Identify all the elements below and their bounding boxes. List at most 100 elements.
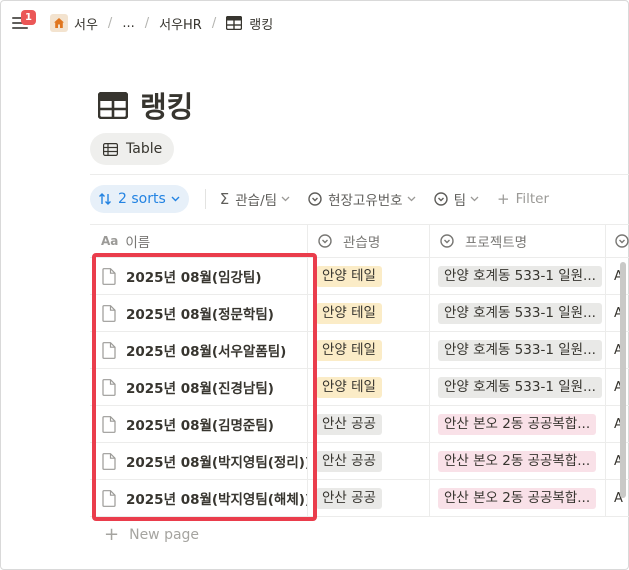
table-row[interactable]: 2025년 08월(박지영팀(정리)) 안산 공공 안산 본오 2동 공공복합...… bbox=[90, 443, 629, 480]
group-tag: 안양 테일 bbox=[316, 376, 382, 398]
sorts-button[interactable]: 2 sorts bbox=[90, 185, 189, 213]
filter-label: 관습/팀 bbox=[235, 193, 278, 209]
project-tag: 안산 본오 2동 공공복합... bbox=[438, 413, 597, 435]
home-icon bbox=[50, 14, 68, 32]
scrollbar[interactable] bbox=[620, 262, 626, 498]
row-name: 2025년 08월(진경남팀) bbox=[126, 381, 274, 397]
table-row[interactable]: 2025년 08월(진경남팀) 안양 테일 안양 호계동 533-1 일원... A bbox=[90, 369, 629, 406]
filter-label: 현장고유번호 bbox=[328, 193, 403, 209]
project-tag: 안양 호계동 533-1 일원... bbox=[438, 339, 602, 361]
group-tag: 안양 테일 bbox=[316, 339, 382, 361]
name-cell[interactable]: 2025년 08월(임강팀) bbox=[90, 258, 308, 294]
column-header-group[interactable]: 관습명 bbox=[308, 225, 430, 257]
project-cell[interactable]: 안산 본오 2동 공공복합... bbox=[430, 406, 606, 442]
group-cell[interactable]: 안양 테일 bbox=[308, 332, 430, 368]
breadcrumb-current[interactable]: 랭킹 bbox=[226, 14, 273, 33]
group-cell[interactable]: 안산 공공 bbox=[308, 443, 430, 479]
sort-arrows-icon bbox=[98, 192, 112, 206]
column-header-name[interactable]: Aa 이름 bbox=[90, 225, 308, 257]
breadcrumb-separator: / bbox=[211, 15, 217, 31]
project-tag: 안양 호계동 533-1 일원... bbox=[438, 265, 602, 287]
filter-group-team[interactable]: Σ 관습/팀 bbox=[220, 189, 290, 209]
breadcrumb-seowoo-hr[interactable]: 서우HR bbox=[159, 14, 202, 33]
project-cell[interactable]: 안산 본오 2동 공공복합... bbox=[430, 480, 606, 516]
table-header: Aa 이름 관습명 프로젝트명 bbox=[90, 224, 629, 258]
group-cell[interactable]: 안양 테일 bbox=[308, 258, 430, 294]
name-cell[interactable]: 2025년 08월(박지영팀(해체)) bbox=[90, 480, 308, 516]
new-page-button[interactable]: + New page bbox=[104, 526, 199, 544]
table-row[interactable]: 2025년 08월(김명준팀) 안산 공공 안산 본오 2동 공공복합... A bbox=[90, 406, 629, 443]
table-row[interactable]: 2025년 08월(임강팀) 안양 테일 안양 호계동 533-1 일원... A bbox=[90, 258, 629, 295]
sorts-label: 2 sorts bbox=[118, 191, 166, 207]
page-icon bbox=[102, 452, 116, 470]
project-tag: 안양 호계동 533-1 일원... bbox=[438, 376, 602, 398]
row-name: 2025년 08월(김명준팀) bbox=[126, 418, 274, 434]
top-bar: 1 서우 / ... / 서우HR / 랭킹 bbox=[0, 0, 629, 46]
row-name: 2025년 08월(박지영팀(해체)) bbox=[126, 492, 308, 508]
page-icon bbox=[102, 415, 116, 433]
column-label: 이름 bbox=[125, 235, 151, 251]
select-circle-icon bbox=[433, 192, 448, 206]
row-name: 2025년 08월(정문학팀) bbox=[126, 307, 274, 323]
group-tag: 안양 테일 bbox=[316, 302, 382, 324]
page-title: 랭킹 bbox=[98, 84, 193, 126]
table-row[interactable]: 2025년 08월(서우알폼팀) 안양 테일 안양 호계동 533-1 일원... A bbox=[90, 332, 629, 369]
page-icon bbox=[102, 267, 116, 285]
notification-badge: 1 bbox=[21, 10, 36, 25]
table-row[interactable]: 2025년 08월(정문학팀) 안양 테일 안양 호계동 533-1 일원... A bbox=[90, 295, 629, 332]
name-cell[interactable]: 2025년 08월(김명준팀) bbox=[90, 406, 308, 442]
name-cell[interactable]: 2025년 08월(서우알폼팀) bbox=[90, 332, 308, 368]
new-page-label: New page bbox=[129, 527, 200, 543]
row-name: 2025년 08월(임강팀) bbox=[126, 270, 262, 286]
name-cell[interactable]: 2025년 08월(진경남팀) bbox=[90, 369, 308, 405]
breadcrumb-ellipsis[interactable]: ... bbox=[122, 16, 134, 31]
table-row[interactable]: 2025년 08월(박지영팀(해체)) 안산 공공 안산 본오 2동 공공복합...… bbox=[90, 480, 629, 517]
group-cell[interactable]: 안산 공공 bbox=[308, 480, 430, 516]
add-filter-label: Filter bbox=[515, 191, 550, 207]
project-cell[interactable]: 안양 호계동 533-1 일원... bbox=[430, 369, 606, 405]
sigma-icon: Σ bbox=[219, 190, 230, 208]
group-cell[interactable]: 안산 공공 bbox=[308, 406, 430, 442]
group-tag: 안산 공공 bbox=[316, 450, 382, 472]
plus-icon: + bbox=[497, 190, 510, 208]
plus-icon: + bbox=[104, 524, 120, 545]
select-circle-icon bbox=[440, 234, 454, 248]
group-tag: 안산 공공 bbox=[316, 487, 382, 509]
project-cell[interactable]: 안양 호계동 533-1 일원... bbox=[430, 295, 606, 331]
column-header-next[interactable] bbox=[606, 225, 629, 257]
project-cell[interactable]: 안산 본오 2동 공공복합... bbox=[430, 443, 606, 479]
page-icon bbox=[102, 489, 116, 507]
view-tab-table[interactable]: Table bbox=[90, 133, 175, 165]
filter-site-id[interactable]: 현장고유번호 bbox=[308, 189, 416, 209]
table-icon bbox=[103, 142, 118, 156]
page-icon bbox=[102, 378, 116, 396]
select-circle-icon bbox=[615, 234, 629, 248]
add-filter-button[interactable]: + Filter bbox=[497, 190, 553, 208]
select-circle-icon bbox=[308, 192, 322, 206]
table-icon bbox=[226, 16, 243, 30]
project-tag: 안산 본오 2동 공공복합... bbox=[438, 487, 597, 509]
project-cell[interactable]: 안양 호계동 533-1 일원... bbox=[430, 258, 606, 294]
group-tag: 안산 공공 bbox=[316, 413, 382, 435]
breadcrumb-home[interactable]: 서우 bbox=[50, 14, 98, 33]
column-header-project[interactable]: 프로젝트명 bbox=[430, 225, 606, 257]
page-title-text: 랭킹 bbox=[140, 90, 194, 124]
page-icon bbox=[102, 341, 116, 359]
project-tag: 안양 호계동 533-1 일원... bbox=[438, 302, 602, 324]
filter-label: 팀 bbox=[453, 193, 467, 209]
breadcrumb-separator: / bbox=[144, 15, 150, 31]
breadcrumb-label: 랭킹 bbox=[249, 17, 274, 33]
page-icon bbox=[102, 304, 116, 322]
view-tab-label: Table bbox=[126, 141, 163, 157]
divider bbox=[90, 174, 629, 175]
column-label: 프로젝트명 bbox=[465, 235, 528, 251]
select-circle-icon bbox=[318, 234, 332, 248]
breadcrumb-label: 서우 bbox=[74, 17, 98, 33]
name-cell[interactable]: 2025년 08월(정문학팀) bbox=[90, 295, 308, 331]
group-cell[interactable]: 안양 테일 bbox=[308, 369, 430, 405]
chevron-down-icon bbox=[407, 196, 416, 202]
name-cell[interactable]: 2025년 08월(박지영팀(정리)) bbox=[90, 443, 308, 479]
group-cell[interactable]: 안양 테일 bbox=[308, 295, 430, 331]
project-cell[interactable]: 안양 호계동 533-1 일원... bbox=[430, 332, 606, 368]
filter-team[interactable]: 팀 bbox=[433, 189, 479, 209]
